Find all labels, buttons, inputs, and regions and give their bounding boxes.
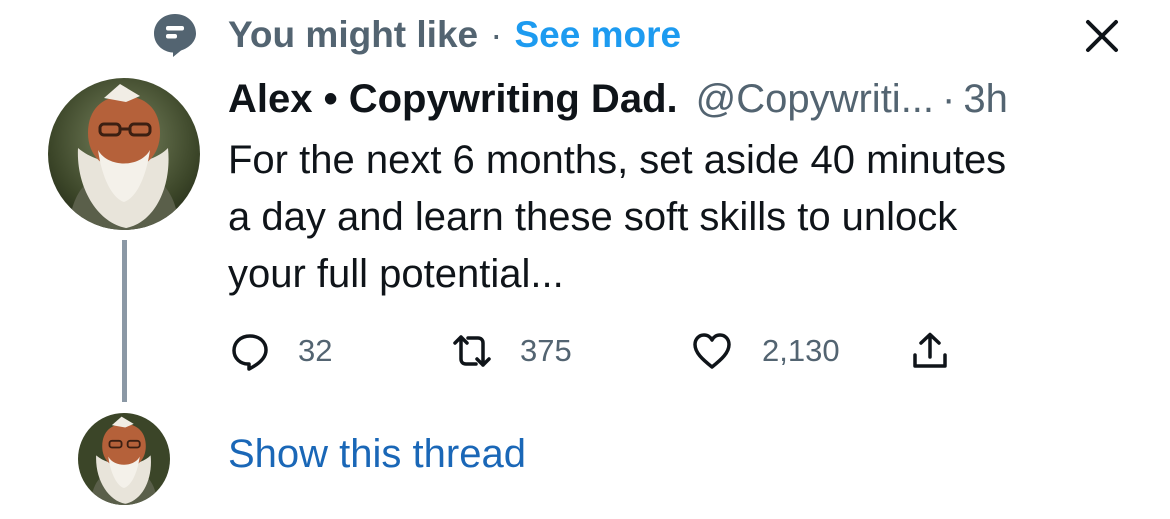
see-more-link[interactable]: See more bbox=[514, 14, 681, 56]
header-separator: · bbox=[942, 76, 956, 121]
thread-author-avatar[interactable] bbox=[78, 413, 170, 505]
thread-connector-line bbox=[122, 240, 127, 402]
context-separator: · bbox=[490, 14, 503, 55]
author-handle[interactable]: @Copywriti... bbox=[696, 77, 934, 122]
like-count: 2,130 bbox=[762, 333, 840, 368]
tweet-header: Alex • Copywriting Dad. @Copywriti... · … bbox=[228, 72, 1008, 126]
reply-icon bbox=[232, 334, 268, 371]
tweet-text-line: a day and learn these soft skills to unl… bbox=[228, 195, 958, 239]
retweet-icon bbox=[453, 335, 491, 367]
author-name[interactable]: Alex • Copywriting Dad. bbox=[228, 77, 678, 122]
heart-icon bbox=[693, 333, 731, 369]
tweet-text-line: your full potential... bbox=[228, 252, 564, 296]
reply-button[interactable]: 32 bbox=[230, 328, 332, 374]
share-icon bbox=[913, 332, 947, 368]
author-avatar[interactable] bbox=[48, 78, 200, 230]
retweet-count: 375 bbox=[520, 333, 572, 368]
like-button[interactable]: 2,130 bbox=[692, 328, 840, 374]
context-label: You might like bbox=[228, 14, 479, 55]
tweet-timestamp[interactable]: 3h bbox=[963, 77, 1008, 122]
share-button[interactable] bbox=[910, 328, 950, 374]
close-icon bbox=[1086, 20, 1118, 52]
retweet-button[interactable]: 375 bbox=[452, 328, 572, 374]
topic-bubble-icon bbox=[152, 12, 198, 58]
tweet-text-line: For the next 6 months, set aside 40 minu… bbox=[228, 138, 1007, 182]
close-button[interactable] bbox=[1082, 16, 1122, 56]
reply-count: 32 bbox=[298, 333, 333, 368]
tweet-text: For the next 6 months, set aside 40 minu… bbox=[228, 132, 1148, 303]
show-thread-link[interactable]: Show this thread bbox=[228, 432, 526, 477]
recommendation-context: You might like · See more bbox=[228, 12, 681, 58]
